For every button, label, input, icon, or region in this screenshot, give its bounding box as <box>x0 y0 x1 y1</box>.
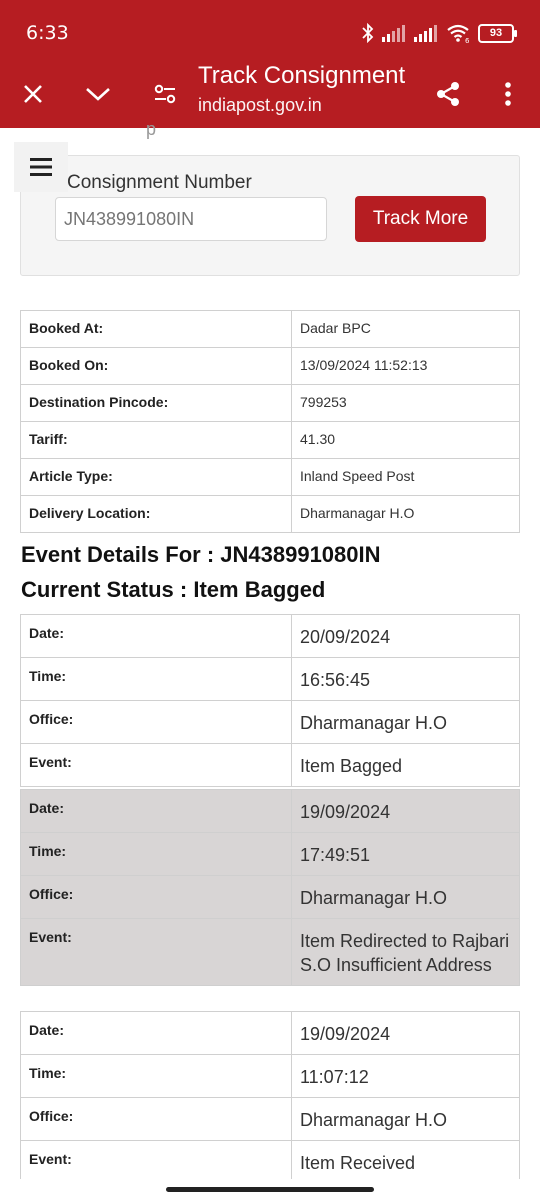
table-row: Time: 11:07:12 <box>20 1054 520 1098</box>
event-date-label: Date: <box>20 1011 292 1055</box>
table-row: Article Type: Inland Speed Post <box>20 458 520 496</box>
destination-pincode-label: Destination Pincode: <box>20 384 292 422</box>
article-type-value: Inland Speed Post <box>291 458 520 496</box>
table-row: Date: 19/09/2024 <box>20 789 520 833</box>
event-office-value: Dharmanagar H.O <box>291 1097 520 1141</box>
delivery-location-label: Delivery Location: <box>20 495 292 533</box>
event-event-label: Event: <box>20 918 292 986</box>
article-type-label: Article Type: <box>20 458 292 496</box>
minimize-button[interactable] <box>78 74 118 114</box>
consignment-search-panel: Consignment Number Track More <box>20 155 520 276</box>
event-time-label: Time: <box>20 832 292 876</box>
event-date-value: 19/09/2024 <box>291 1011 520 1055</box>
table-row: Office: Dharmanagar H.O <box>20 875 520 919</box>
event-time-value: 11:07:12 <box>291 1054 520 1098</box>
consignment-number-input[interactable] <box>55 197 327 241</box>
status-bar: 6:33 6 93 <box>0 0 540 60</box>
event-event-value: Item Redirected to Rajbari S.O Insuffici… <box>291 918 520 986</box>
event-event-value: Item Received <box>291 1140 520 1184</box>
event-time-label: Time: <box>20 657 292 701</box>
table-row: Time: 17:49:51 <box>20 832 520 876</box>
app-bar: Track Consignment indiapost.gov.in <box>0 60 540 128</box>
booked-at-label: Booked At: <box>20 310 292 348</box>
share-icon <box>437 82 459 106</box>
table-row: Date: 20/09/2024 <box>20 614 520 658</box>
table-row: Booked At: Dadar BPC <box>20 310 520 348</box>
bluetooth-icon <box>362 23 374 43</box>
tune-icon <box>154 84 176 104</box>
event-office-label: Office: <box>20 875 292 919</box>
close-icon <box>24 85 42 103</box>
event-office-label: Office: <box>20 1097 292 1141</box>
signal-icon-2 <box>414 25 437 42</box>
booked-at-value: Dadar BPC <box>291 310 520 348</box>
event-event-value: Item Bagged <box>291 743 520 787</box>
table-row: Office: Dharmanagar H.O <box>20 700 520 744</box>
close-button[interactable] <box>13 74 53 114</box>
event-office-value: Dharmanagar H.O <box>291 700 520 744</box>
event-time-value: 17:49:51 <box>291 832 520 876</box>
table-row: Date: 19/09/2024 <box>20 1011 520 1055</box>
event-office-label: Office: <box>20 700 292 744</box>
home-gesture-pill[interactable] <box>166 1187 374 1192</box>
status-time: 6:33 <box>26 22 69 44</box>
event-details-heading: Event Details For : JN438991080IN <box>21 542 381 567</box>
event-event-label: Event: <box>20 1140 292 1184</box>
tariff-label: Tariff: <box>20 421 292 459</box>
event-time-value: 16:56:45 <box>291 657 520 701</box>
table-row: Booked On: 13/09/2024 11:52:13 <box>20 347 520 385</box>
status-icons: 6 93 <box>362 22 517 44</box>
tariff-value: 41.30 <box>291 421 520 459</box>
table-row: Event: Item Redirected to Rajbari S.O Ins… <box>20 918 520 986</box>
chevron-down-icon <box>86 88 110 101</box>
table-row: Tariff: 41.30 <box>20 421 520 459</box>
booked-on-value: 13/09/2024 11:52:13 <box>291 347 520 385</box>
table-row: Event: Item Bagged <box>20 743 520 787</box>
gesture-navigation-bar <box>0 1179 540 1200</box>
signal-icon <box>382 25 405 42</box>
hamburger-menu-icon <box>30 158 52 176</box>
page-settings-button[interactable] <box>145 74 185 114</box>
event-date-value: 20/09/2024 <box>291 614 520 658</box>
destination-pincode-value: 799253 <box>291 384 520 422</box>
table-row: Office: Dharmanagar H.O <box>20 1097 520 1141</box>
track-more-button[interactable]: Track More <box>355 196 486 242</box>
booked-on-label: Booked On: <box>20 347 292 385</box>
table-row: Time: 16:56:45 <box>20 657 520 701</box>
event-date-label: Date: <box>20 789 292 833</box>
table-row: Event: Item Received <box>20 1140 520 1184</box>
app-title: Track Consignment <box>198 62 406 89</box>
wifi-icon: 6 <box>447 24 470 43</box>
table-row: Delivery Location: Dharmanagar H.O <box>20 495 520 533</box>
battery-icon: 93 <box>478 23 517 43</box>
more-vert-icon <box>505 82 511 106</box>
booking-details-table: Booked At: Dadar BPC Booked On: 13/09/2024… <box>20 310 520 533</box>
event-event-label: Event: <box>20 743 292 787</box>
app-subtitle-url: indiapost.gov.in <box>198 95 322 115</box>
delivery-location-value: Dharmanagar H.O <box>291 495 520 533</box>
current-status-heading: Current Status : Item Bagged <box>21 577 326 602</box>
menu-button[interactable] <box>14 142 68 192</box>
event-office-value: Dharmanagar H.O <box>291 875 520 919</box>
event-date-value: 19/09/2024 <box>291 789 520 833</box>
clipped-page-title: p <box>146 119 157 139</box>
consignment-number-label: Consignment Number <box>55 172 252 194</box>
event-table: Date: 19/09/2024 Time: 11:07:12 Office: Dha… <box>20 1011 520 1184</box>
wifi-badge: 6 <box>465 37 470 43</box>
event-table: Date: 19/09/2024 Time: 17:49:51 Office: Dha… <box>20 789 520 986</box>
event-time-label: Time: <box>20 1054 292 1098</box>
event-table: Date: 20/09/2024 Time: 16:56:45 Office: Dha… <box>20 614 520 787</box>
more-options-button[interactable] <box>488 74 528 114</box>
event-date-label: Date: <box>20 614 292 658</box>
table-row: Destination Pincode: 799253 <box>20 384 520 422</box>
share-button[interactable] <box>428 74 468 114</box>
